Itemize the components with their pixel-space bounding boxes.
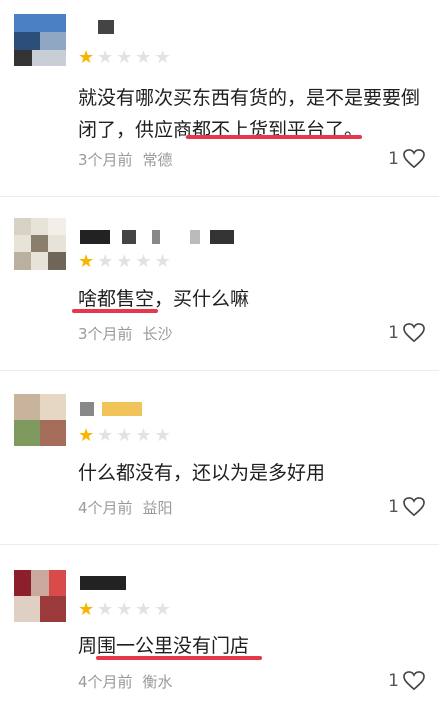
review-meta: 3个月前 长沙	[78, 324, 173, 344]
review-city: 益阳	[142, 499, 173, 517]
star-icon: ★	[116, 599, 136, 620]
review-city: 长沙	[142, 325, 173, 343]
review-time: 4个月前	[78, 673, 133, 691]
star-icon: ★	[97, 425, 117, 446]
heart-outline-icon	[403, 671, 425, 691]
review-time: 3个月前	[78, 151, 133, 169]
rating-stars: ★★★★★	[78, 252, 174, 272]
annotation-underline	[186, 135, 362, 139]
star-icon: ★	[97, 599, 117, 620]
avatar[interactable]	[14, 394, 66, 446]
like-button[interactable]: 1	[388, 671, 425, 691]
review-meta: 4个月前 益阳	[78, 498, 173, 518]
divider	[0, 370, 439, 371]
rating-stars: ★★★★★	[78, 426, 174, 446]
like-count: 1	[388, 671, 399, 691]
star-icon: ★	[78, 47, 98, 68]
review-text: 什么都没有，还以为是多好用	[78, 462, 326, 484]
heart-outline-icon	[403, 323, 425, 343]
like-count: 1	[388, 323, 399, 343]
star-icon: ★	[116, 47, 136, 68]
heart-outline-icon	[403, 497, 425, 517]
star-icon: ★	[135, 599, 155, 620]
star-icon: ★	[135, 47, 155, 68]
like-button[interactable]: 1	[388, 149, 425, 169]
star-icon: ★	[135, 251, 155, 272]
review-time: 3个月前	[78, 325, 133, 343]
star-icon: ★	[97, 251, 117, 272]
annotation-underline	[72, 309, 158, 313]
star-icon: ★	[116, 251, 136, 272]
review-time: 4个月前	[78, 499, 133, 517]
review-meta: 3个月前 常德	[78, 150, 173, 170]
star-icon: ★	[154, 47, 174, 68]
star-icon: ★	[78, 251, 98, 272]
star-icon: ★	[97, 47, 117, 68]
rating-stars: ★★★★★	[78, 600, 174, 620]
like-count: 1	[388, 149, 399, 169]
annotation-underline	[96, 656, 262, 660]
review-item: ★★★★★ 什么都没有，还以为是多好用 4个月前 益阳 1	[0, 374, 439, 544]
rating-stars: ★★★★★	[78, 48, 174, 68]
divider	[0, 544, 439, 545]
star-icon: ★	[135, 425, 155, 446]
review-meta: 4个月前 衡水	[78, 672, 173, 692]
review-item: ★★★★★ 就没有哪次买东西有货的，是不是要要倒闭了，供应商都不上货到平台了。 …	[0, 0, 439, 185]
star-icon: ★	[154, 251, 174, 272]
review-item: ★★★★★ 啥都售空，买什么嘛 3个月前 长沙 1	[0, 200, 439, 370]
star-icon: ★	[154, 425, 174, 446]
avatar[interactable]	[14, 570, 66, 622]
avatar[interactable]	[14, 14, 66, 66]
review-city: 常德	[142, 151, 173, 169]
like-count: 1	[388, 497, 399, 517]
review-item: ★★★★★ 周围一公里没有门店 4个月前 衡水 1	[0, 548, 439, 706]
star-icon: ★	[154, 599, 174, 620]
divider	[0, 196, 439, 197]
heart-outline-icon	[403, 149, 425, 169]
star-icon: ★	[78, 599, 98, 620]
like-button[interactable]: 1	[388, 497, 425, 517]
avatar[interactable]	[14, 218, 66, 270]
review-city: 衡水	[142, 673, 173, 691]
star-icon: ★	[116, 425, 136, 446]
star-icon: ★	[78, 425, 98, 446]
like-button[interactable]: 1	[388, 323, 425, 343]
